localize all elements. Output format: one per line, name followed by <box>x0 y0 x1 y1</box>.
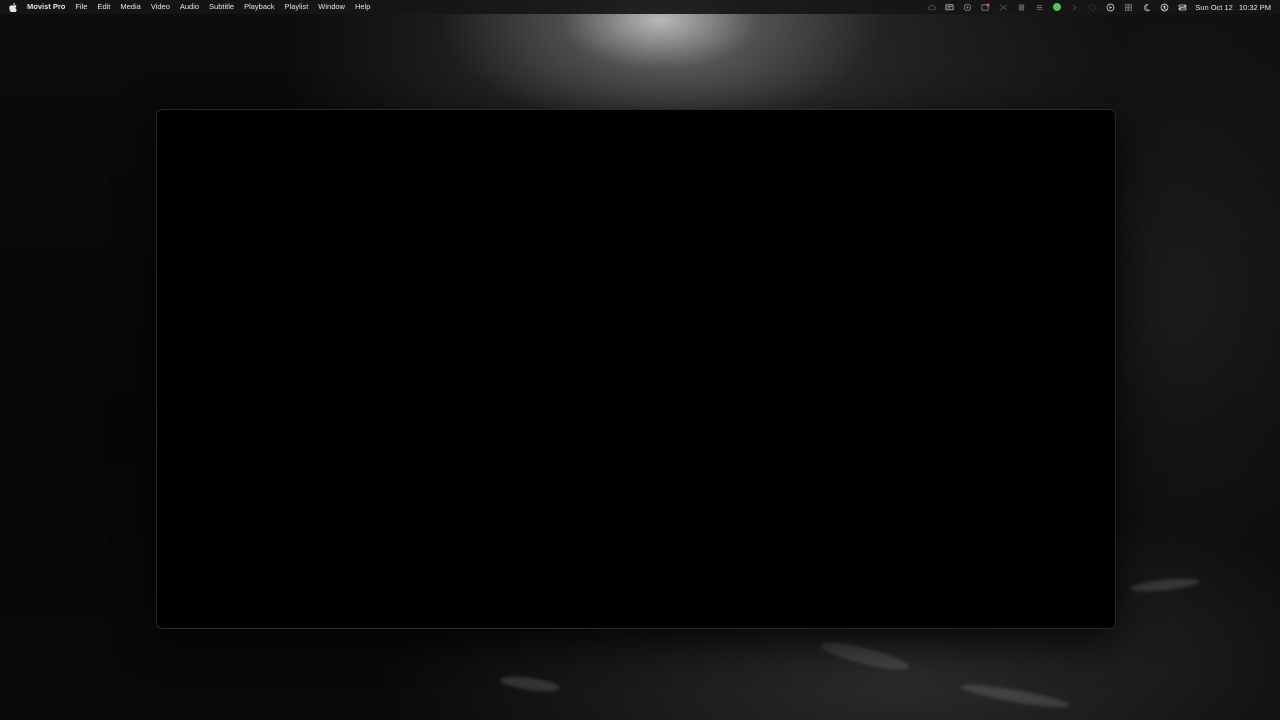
wallpaper-reflection <box>959 680 1071 712</box>
menu-bar: Movist Pro File Edit Media Video Audio S… <box>0 0 1280 14</box>
control-center-icon[interactable] <box>1178 3 1187 12</box>
clipboard-icon[interactable] <box>1017 3 1026 12</box>
play-circle-icon[interactable] <box>1106 3 1115 12</box>
wallpaper-reflection <box>819 637 911 675</box>
menu-bar-left: Movist Pro File Edit Media Video Audio S… <box>0 0 380 14</box>
menu-edit[interactable]: Edit <box>97 0 110 14</box>
menu-app-name[interactable]: Movist Pro <box>27 0 65 14</box>
menu-subtitle[interactable]: Subtitle <box>209 0 234 14</box>
wallpaper-reflection <box>1129 576 1201 594</box>
video-area[interactable] <box>157 110 1115 628</box>
menu-video[interactable]: Video <box>151 0 170 14</box>
user-circle-icon[interactable] <box>1160 3 1169 12</box>
notification-badge-icon[interactable] <box>981 3 990 12</box>
clock-date: Sun Oct 12 <box>1195 2 1233 12</box>
wallpaper-reflection <box>499 673 561 695</box>
menu-help[interactable]: Help <box>355 0 370 14</box>
scissors-icon[interactable] <box>999 3 1008 12</box>
menu-file[interactable]: File <box>75 0 87 14</box>
grid-icon[interactable] <box>1124 3 1133 12</box>
spinner-icon[interactable] <box>1088 3 1097 12</box>
menu-window[interactable]: Window <box>318 0 345 14</box>
menu-playlist[interactable]: Playlist <box>285 0 309 14</box>
screen-icon[interactable] <box>945 3 954 12</box>
menu-bar-status-area: Sun Oct 12 10:32 PM <box>918 0 1271 14</box>
app-green-icon[interactable] <box>1053 3 1062 11</box>
cloud-icon[interactable] <box>927 3 936 12</box>
menu-audio[interactable]: Audio <box>180 0 199 14</box>
menu-playback[interactable]: Playback <box>244 0 274 14</box>
menu-media[interactable]: Media <box>120 0 140 14</box>
menu-bar-clock[interactable]: Sun Oct 12 10:32 PM <box>1195 3 1271 12</box>
clock-time: 10:32 PM <box>1238 2 1271 12</box>
record-icon[interactable] <box>963 3 972 12</box>
moon-icon[interactable] <box>1142 3 1151 12</box>
list-icon[interactable] <box>1035 3 1044 12</box>
player-window[interactable] <box>156 109 1116 629</box>
apple-icon[interactable] <box>9 2 17 12</box>
chevron-right-icon[interactable] <box>1070 3 1079 12</box>
